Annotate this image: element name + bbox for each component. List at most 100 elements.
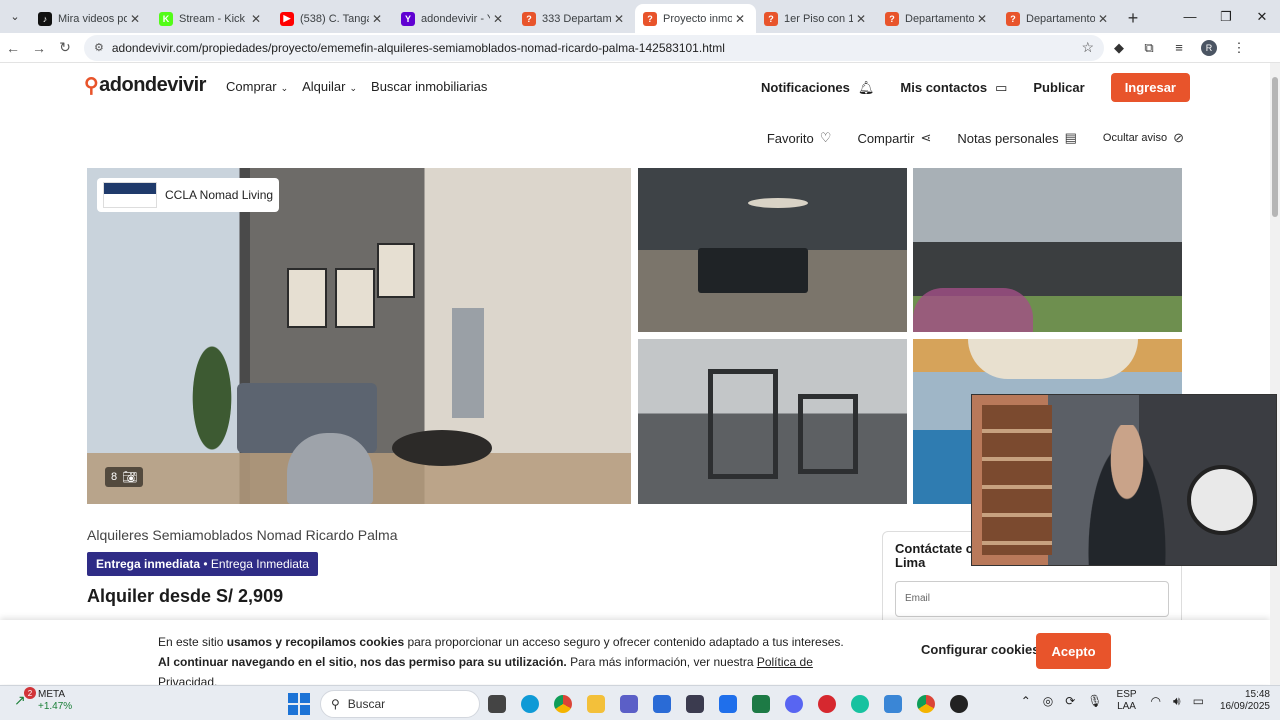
photo-rooftop[interactable] [913, 168, 1182, 332]
taskbar-search[interactable]: ⚲ Buscar [320, 690, 480, 718]
close-tab-icon[interactable]: ✕ [490, 12, 506, 26]
new-tab-button[interactable]: + [1119, 4, 1147, 33]
close-tab-icon[interactable]: ✕ [248, 12, 264, 26]
close-tab-icon[interactable]: ✕ [853, 12, 869, 26]
tab-favicon-icon: ? [643, 11, 657, 26]
back-icon[interactable]: ← [0, 40, 26, 56]
browser-tab[interactable]: ? Departamento e✕ [998, 4, 1119, 33]
share-button[interactable]: Compartir ⋖ [857, 130, 931, 146]
heart-icon: ♡ [819, 130, 832, 145]
browser-tab[interactable]: ♪ Mira videos pop✕ [30, 4, 151, 33]
browser-tab[interactable]: Yadondevivir - Yah✕ [393, 4, 514, 33]
hide-listing-button[interactable]: Ocultar aviso ⊘ [1103, 130, 1184, 146]
red-app-icon[interactable] [810, 690, 843, 718]
favorite-button[interactable]: Favorito ♡ [767, 130, 832, 146]
site-info-icon[interactable]: ⚙ [94, 41, 104, 54]
cookie-banner: En este sitio usamos y recopilamos cooki… [0, 620, 1270, 689]
contacts-link[interactable]: Mis contactos ▭ [900, 80, 1007, 96]
browser-tab[interactable]: ? 333 Departamen✕ [514, 4, 635, 33]
close-tab-icon[interactable]: ✕ [974, 12, 990, 26]
stock-widget[interactable]: ↗ 2 META +1.47% [14, 687, 72, 713]
battery-icon[interactable]: ▭ [1193, 694, 1204, 708]
note-icon: ▤ [1064, 130, 1077, 145]
photo-gym[interactable] [638, 339, 907, 504]
app-cube-icon[interactable] [678, 690, 711, 718]
browser-tab[interactable]: ? Proyecto inmobi✕ [635, 4, 756, 33]
close-window-icon[interactable]: ✕ [1244, 0, 1280, 33]
accept-cookies-button[interactable]: Acepto [1036, 633, 1111, 669]
price-title: Alquiler desde S/ 2,909 [87, 586, 284, 606]
maximize-icon[interactable]: ❐ [1208, 0, 1244, 33]
agency-logo [103, 182, 157, 208]
nav-buscar-inmobiliarias[interactable]: Buscar inmobiliarias [371, 79, 487, 94]
chevron-down-icon: ⌄ [349, 83, 358, 93]
reload-icon[interactable]: ↻ [52, 39, 78, 56]
microphone-icon[interactable]: 🎙︎ [1087, 694, 1102, 708]
language-indicator[interactable]: ESP LAA [1117, 689, 1137, 713]
media-controls-icon[interactable]: ≡ [1164, 40, 1194, 55]
configure-cookies-button[interactable]: Configurar cookies [921, 642, 1039, 657]
excel-icon[interactable] [744, 690, 777, 718]
close-tab-icon[interactable]: ✕ [732, 12, 748, 26]
page-scrollbar[interactable] [1270, 63, 1280, 685]
email-field[interactable]: Email [895, 580, 1169, 617]
windows-start-icon[interactable] [288, 693, 310, 715]
teams-icon[interactable] [612, 690, 645, 718]
volume-icon[interactable]: 🔊︎ [1173, 694, 1181, 709]
nav-alquilar[interactable]: Alquilar ⌄ [302, 79, 357, 94]
tab-title: Stream - Kick De [179, 12, 248, 25]
wifi-icon[interactable]: ◠ [1151, 694, 1161, 708]
bookmark-star-icon[interactable]: ☆ [1081, 39, 1094, 56]
tab-favicon-icon: ? [764, 11, 778, 26]
forward-icon[interactable]: → [26, 40, 52, 56]
photo-game-room[interactable] [638, 168, 907, 332]
notepad-icon[interactable] [876, 690, 909, 718]
url-text: adondevivir.com/propiedades/proyecto/eme… [111, 40, 725, 55]
close-tab-icon[interactable]: ✕ [127, 12, 143, 26]
tab-search-chevron-icon[interactable]: ⌄ [0, 0, 30, 33]
obs-icon[interactable] [942, 690, 975, 718]
chrome-active-icon[interactable] [909, 690, 942, 718]
chrome-icon[interactable] [546, 690, 579, 718]
chevron-down-icon: ⌄ [280, 83, 289, 93]
login-button[interactable]: Ingresar [1110, 73, 1190, 102]
browser-menu-icon[interactable]: ⋮ [1224, 40, 1254, 56]
main-nav: Comprar ⌄ Alquilar ⌄ Buscar inmobiliarias [226, 79, 487, 94]
minimize-icon[interactable]: — [1172, 0, 1208, 33]
tab-favicon-icon: ? [522, 11, 536, 26]
browser-tab[interactable]: ▶ (538) C. Tangana✕ [272, 4, 393, 33]
window-controls: — ❐ ✕ [1172, 0, 1280, 33]
store-icon[interactable] [645, 690, 678, 718]
clock[interactable]: 15:48 16/09/2025 [1220, 689, 1270, 713]
close-tab-icon[interactable]: ✕ [611, 12, 627, 26]
vscode-icon[interactable] [711, 690, 744, 718]
file-explorer-icon[interactable] [579, 690, 612, 718]
edge-icon[interactable] [513, 690, 546, 718]
browser-tab[interactable]: ? Departamento e✕ [877, 4, 998, 33]
photo-count-badge[interactable]: 8 📷︎ [105, 467, 144, 487]
avatar[interactable]: R [1194, 39, 1224, 56]
notifications-link[interactable]: Notificaciones 🔔︎ [761, 80, 874, 96]
tray-overflow-icon[interactable]: ⌃ [1021, 694, 1031, 708]
browser-tab[interactable]: ? 1er Piso con 1 D✕ [756, 4, 877, 33]
tray-app-icon[interactable]: ◎ [1043, 694, 1053, 708]
extensions-puzzle-icon[interactable]: ⧉ [1134, 40, 1164, 56]
tray-sync-icon[interactable]: ⟳ [1065, 694, 1075, 708]
publish-link[interactable]: Publicar [1033, 80, 1084, 95]
close-tab-icon[interactable]: ✕ [1095, 12, 1111, 26]
browser-tab[interactable]: K Stream - Kick De✕ [151, 4, 272, 33]
close-tab-icon[interactable]: ✕ [369, 12, 385, 26]
main-photo-living-room[interactable]: CCLA Nomad Living 8 📷︎ [87, 168, 631, 504]
agency-badge[interactable]: CCLA Nomad Living [97, 178, 280, 212]
extension-icon[interactable]: ◆ [1104, 40, 1134, 56]
discord-icon[interactable] [777, 690, 810, 718]
nav-comprar[interactable]: Comprar ⌄ [226, 79, 288, 94]
task-view-icon[interactable] [480, 690, 513, 718]
site-logo[interactable]: ⚲ adondevivir [84, 73, 206, 98]
notes-button[interactable]: Notas personales ▤ [957, 130, 1076, 146]
url-field[interactable]: ⚙ adondevivir.com/propiedades/proyecto/e… [84, 34, 1104, 61]
tab-title: 1er Piso con 1 D [784, 12, 853, 25]
scrollbar-thumb[interactable] [1272, 77, 1278, 217]
location-pin-icon: ⚲ [84, 75, 99, 97]
green-app-icon[interactable] [843, 690, 876, 718]
